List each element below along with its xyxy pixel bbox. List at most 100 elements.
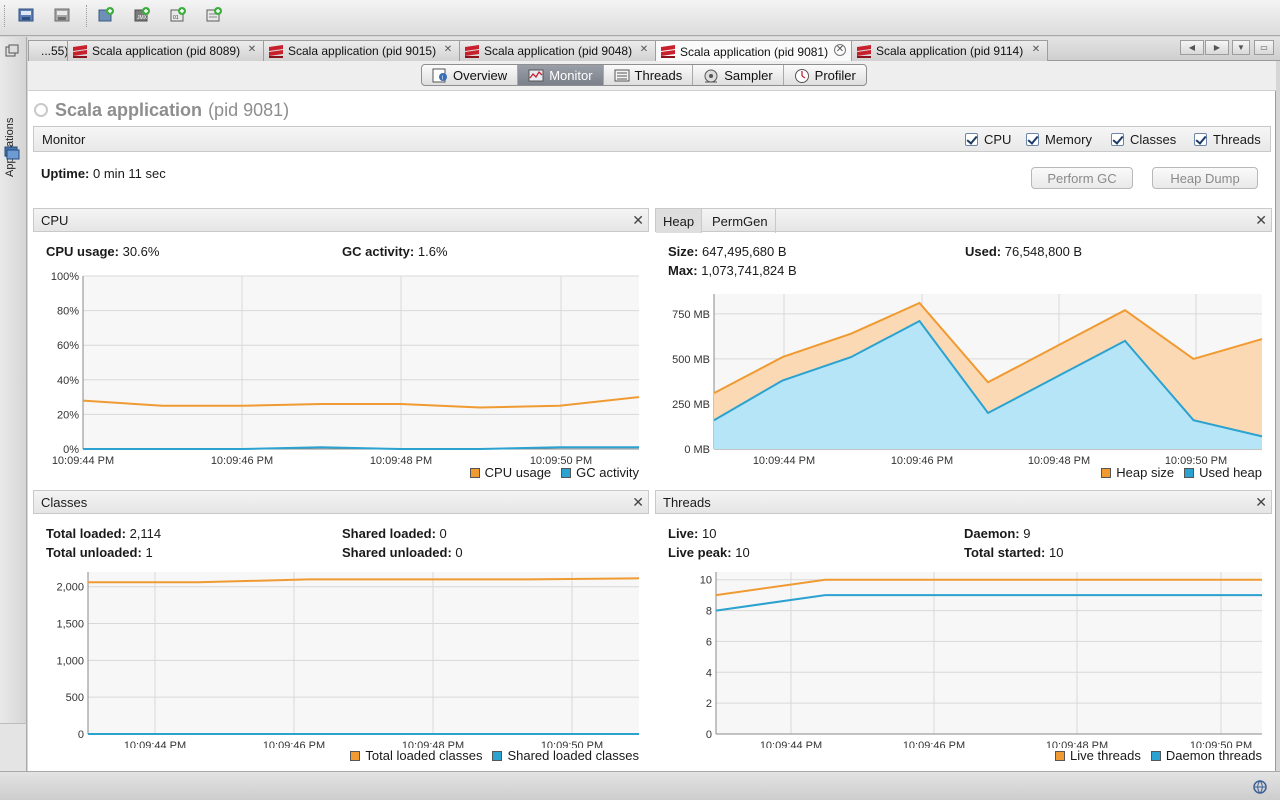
threads-icon	[614, 69, 630, 81]
legend-swatch	[1184, 467, 1195, 478]
close-icon[interactable]: ✕	[632, 212, 644, 229]
save-snapshot-icon[interactable]	[52, 5, 72, 25]
stat-label: Shared loaded:	[342, 526, 436, 541]
view-sampler-button[interactable]: Sampler	[693, 65, 784, 85]
checkbox-label: Memory	[1045, 132, 1092, 147]
view-switcher: i Overview Monitor Threads Sampler Profi…	[421, 64, 867, 86]
close-icon[interactable]: ✕	[632, 494, 644, 511]
checkbox-checked-icon	[1111, 133, 1124, 146]
scroll-tabs-left-icon[interactable]: ◀	[1180, 40, 1204, 55]
add-snapshot-icon[interactable]: 01	[168, 5, 188, 25]
document-tab-bar: ...55) Scala application (pid 8089) ✕ Sc…	[28, 37, 1280, 62]
maximize-window-icon[interactable]: ▭	[1254, 40, 1274, 55]
view-profiler-button[interactable]: Profiler	[784, 65, 866, 85]
threads-chart: 0 2 4 6 8 10 10:09:44 PM 10:09:46 PM 10:09:48 PM…	[700, 572, 1262, 748]
close-icon[interactable]: ✕	[834, 44, 846, 56]
tab-pid-9081[interactable]: Scala application (pid 9081) ✕	[655, 40, 852, 62]
y-tick-label: 0	[78, 729, 84, 741]
y-tick-label: 1,000	[56, 655, 84, 667]
add-remote-host-icon[interactable]: JMX	[132, 5, 152, 25]
heap-dump-button[interactable]: Heap Dump	[1152, 167, 1258, 189]
applications-sidebar-tab[interactable]: Applications	[4, 77, 20, 177]
cpu-checkbox[interactable]: CPU	[965, 132, 1011, 147]
svg-text:i: i	[442, 75, 443, 81]
y-tick-label: 250 MB	[672, 399, 710, 411]
x-tick-label: 10:09:50 PM	[541, 740, 603, 748]
applications-icon[interactable]	[4, 145, 20, 161]
open-application-icon[interactable]	[16, 5, 36, 25]
legend-daemon-threads: Daemon threads	[1150, 748, 1262, 763]
uptime-value: 0 min 11 sec	[93, 166, 166, 181]
close-icon[interactable]: ✕	[638, 44, 650, 56]
add-jmx-connection-icon[interactable]	[96, 5, 116, 25]
svg-text:JMX: JMX	[137, 15, 148, 21]
tab-permgen[interactable]: PermGen	[705, 209, 776, 233]
view-switcher-bar: i Overview Monitor Threads Sampler Profi…	[28, 61, 1276, 91]
cpu-chart: 0%20%40%60%80%100%10:09:44 PM 10:09:46 PM…	[51, 271, 640, 464]
tab-pid-9048[interactable]: Scala application (pid 9048) ✕	[459, 40, 656, 61]
legend-gc-activity: GC activity	[561, 465, 639, 480]
y-tick-label: 10	[700, 575, 712, 587]
threads-panel-title: Threads	[663, 495, 711, 510]
tab-pid-8089[interactable]: Scala application (pid 8089) ✕	[67, 40, 264, 61]
tab-truncated[interactable]: ...55)	[28, 40, 68, 61]
legend-live-threads: Live threads	[1055, 748, 1141, 763]
legend-label: CPU usage	[484, 465, 552, 480]
stat-label: Live peak:	[668, 545, 732, 560]
legend-swatch	[492, 750, 503, 761]
daemon-threads: Daemon: 9	[964, 526, 1030, 541]
y-tick-label: 6	[706, 636, 712, 648]
cpu-panel-header: CPU ✕	[33, 208, 649, 232]
stat-label: Used:	[965, 244, 1002, 259]
tab-label: Scala application (pid 9015)	[288, 44, 437, 58]
stat-label: GC activity:	[342, 244, 415, 259]
plot-area	[83, 276, 639, 449]
view-monitor-button[interactable]: Monitor	[518, 65, 604, 85]
x-tick-label: 10:09:44 PM	[753, 455, 815, 464]
classes-checkbox[interactable]: Classes	[1111, 132, 1176, 147]
close-icon[interactable]: ✕	[1255, 212, 1267, 229]
monitor-title: Monitor	[42, 132, 86, 147]
close-icon[interactable]: ✕	[442, 44, 454, 56]
perform-gc-button[interactable]: Perform GC	[1031, 167, 1133, 189]
total-started: Total started: 10	[964, 545, 1063, 560]
tab-label: Scala application (pid 9114)	[876, 44, 1024, 58]
stat-value: 1,073,741,824 B	[701, 263, 797, 278]
y-tick-label: 20%	[57, 409, 79, 421]
tab-pid-9114[interactable]: Scala application (pid 9114) ✕	[851, 40, 1048, 61]
tab-pid-9015[interactable]: Scala application (pid 9015) ✕	[263, 40, 460, 61]
close-icon[interactable]: ✕	[246, 44, 258, 56]
threads-checkbox[interactable]: Threads	[1194, 132, 1261, 147]
y-tick-label: 2	[706, 698, 712, 710]
view-overview-button[interactable]: i Overview	[422, 65, 519, 85]
stat-label: Size:	[668, 244, 699, 259]
close-icon[interactable]: ✕	[1255, 494, 1267, 511]
scroll-tabs-right-icon[interactable]: ▶	[1205, 40, 1229, 55]
window-restore-icon[interactable]	[5, 44, 19, 58]
y-tick-label: 4	[706, 667, 712, 679]
tab-list-dropdown-icon[interactable]: ▼	[1232, 40, 1250, 55]
stat-value: 10	[1049, 545, 1064, 560]
checkbox-checked-icon	[1026, 133, 1039, 146]
memory-checkbox[interactable]: Memory	[1026, 132, 1092, 147]
legend-swatch	[561, 467, 572, 478]
total-unloaded: Total unloaded: 1	[46, 545, 153, 560]
view-threads-button[interactable]: Threads	[604, 65, 694, 85]
x-tick-label: 10:09:48 PM	[370, 455, 432, 464]
y-tick-label: 0 MB	[684, 444, 710, 456]
network-status-icon[interactable]	[1252, 779, 1268, 795]
main-toolbar: JMX 01	[0, 0, 1280, 36]
tab-heap[interactable]: Heap	[656, 209, 703, 233]
checkbox-checked-icon	[1194, 133, 1207, 146]
scala-app-icon	[269, 44, 283, 58]
app-status-icon	[34, 103, 48, 117]
view-label: Profiler	[814, 67, 856, 83]
add-core-dump-icon[interactable]	[204, 5, 224, 25]
cpu-panel-title: CPU	[41, 213, 69, 228]
view-label: Monitor	[549, 67, 593, 83]
y-tick-label: 0	[706, 729, 712, 741]
view-label: Sampler	[724, 67, 773, 83]
close-icon[interactable]: ✕	[1030, 44, 1042, 56]
stat-value: 9	[1023, 526, 1031, 541]
plot-area	[88, 572, 639, 734]
